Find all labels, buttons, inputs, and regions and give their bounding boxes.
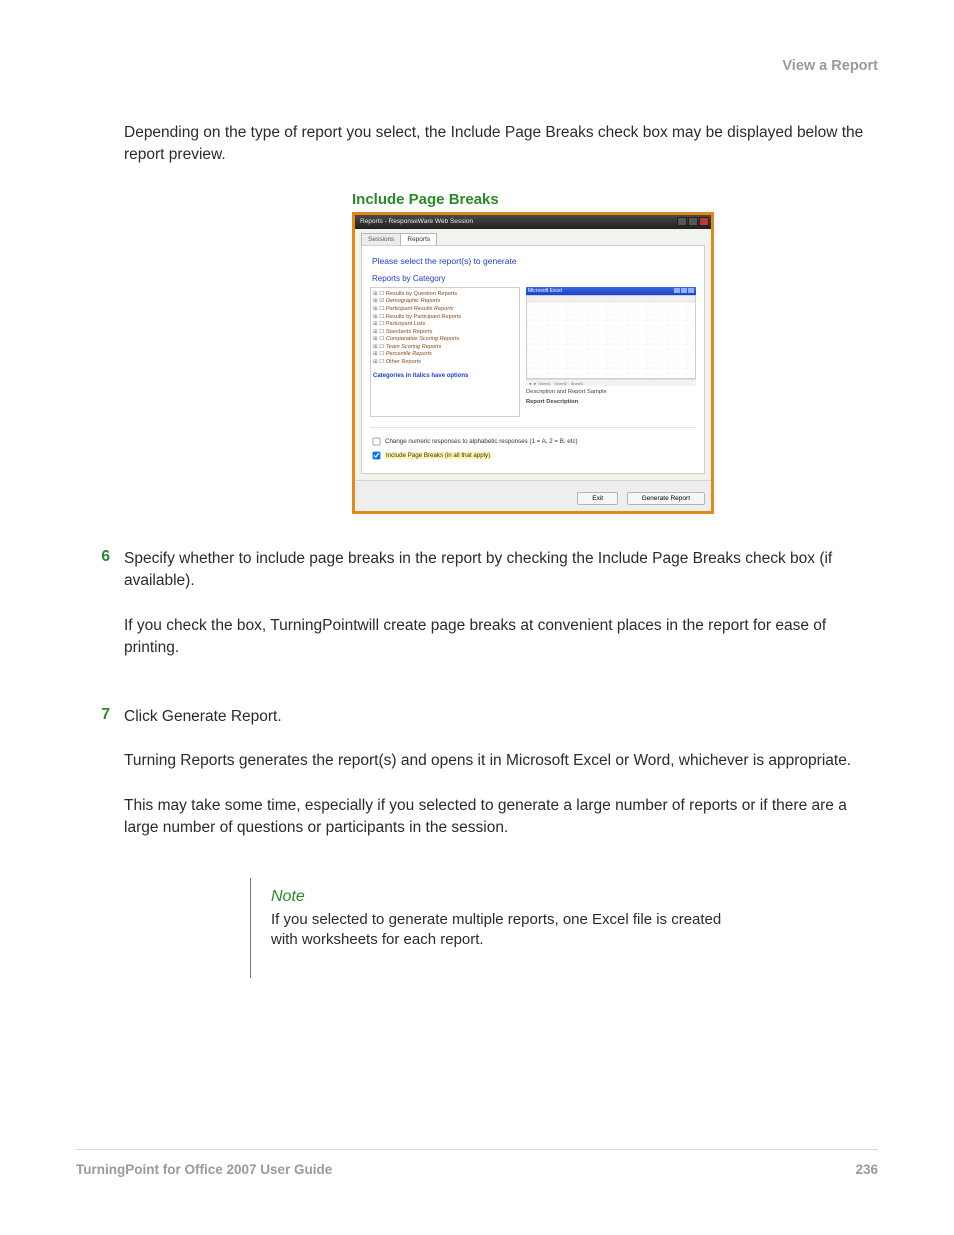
page-footer: TurningPoint for Office 2007 User Guide … (76, 1149, 878, 1177)
step-paragraph: Specify whether to include page breaks i… (124, 548, 878, 593)
preview-title: Microsoft Excel (528, 288, 562, 294)
step-paragraph: Turning Reports generates the report(s) … (124, 750, 878, 772)
tree-item-label[interactable]: Percentile Reports (386, 351, 432, 357)
footer-title: TurningPoint for Office 2007 User Guide (76, 1162, 332, 1177)
dialog-footer: Exit Generate Report (355, 480, 711, 511)
checkbox-alpha-input[interactable] (373, 438, 381, 446)
dialog-tabs: SessionsReports (355, 229, 711, 245)
tree-item-label[interactable]: Standards Reports (386, 329, 433, 335)
intro-paragraph: Depending on the type of report you sele… (124, 122, 878, 167)
tree-item-label[interactable]: Results by Participant Reports (386, 314, 461, 320)
figure-caption: Include Page Breaks (352, 191, 878, 208)
preview-close-icon (688, 288, 694, 293)
step-paragraph: This may take some time, especially if y… (124, 795, 878, 840)
preview-pane: Microsoft Excel ◄ ► Sheet1 · Sheet2 · Sh… (526, 287, 696, 417)
checkbox-pagebreaks-input[interactable] (373, 452, 381, 460)
preview-sheet (526, 295, 696, 379)
dialog-prompt: Please select the report(s) to generate (372, 256, 694, 266)
checkbox-alpha-label: Change numeric responses to alphabetic r… (385, 438, 578, 445)
preview-sheet-tabs: ◄ ► Sheet1 · Sheet2 · Sheet3 (526, 379, 696, 386)
step-paragraph: Click Generate Report. (124, 706, 878, 728)
note-callout: Note If you selected to generate multipl… (250, 878, 730, 979)
tree-item-label[interactable]: Comparative Scoring Reports (386, 336, 459, 342)
category-heading: Reports by Category (372, 274, 694, 283)
dialog-titlebar: Reports - ResponseWare Web Session (355, 215, 711, 229)
preview-desc-heading: Description and Report Sample (526, 389, 696, 396)
maximize-icon[interactable] (688, 217, 698, 226)
section-header-link[interactable]: View a Report (76, 58, 878, 74)
tree-item-label[interactable]: Participant Lists (386, 321, 425, 327)
exit-button[interactable]: Exit (577, 492, 618, 505)
checkbox-pagebreaks-label: Include Page Breaks (in all that apply) (385, 452, 491, 459)
preview-max-icon (681, 288, 687, 293)
tab-sessions[interactable]: Sessions (361, 233, 401, 245)
generate-report-button[interactable]: Generate Report (627, 492, 705, 505)
preview-titlebar: Microsoft Excel (526, 287, 696, 295)
note-text: If you selected to generate multiple rep… (271, 910, 730, 951)
tree-item-label[interactable]: Team Scoring Reports (386, 344, 441, 350)
footer-page-number: 236 (855, 1162, 878, 1177)
dialog-title: Reports - ResponseWare Web Session (357, 218, 473, 225)
screenshot-figure: Reports - ResponseWare Web Session Sessi… (352, 212, 878, 514)
close-icon[interactable] (699, 217, 709, 226)
step-6: 6 Specify whether to include page breaks… (76, 548, 878, 682)
step-paragraph: If you check the box, TurningPointwill c… (124, 615, 878, 660)
tree-footnote: Categories in italics have options (373, 372, 517, 380)
preview-desc-sub: Report Description (526, 399, 696, 406)
tab-reports[interactable]: Reports (400, 233, 437, 245)
step-number: 6 (76, 548, 110, 682)
tree-item-label[interactable]: Results by Question Reports (386, 291, 457, 297)
step-7: 7 Click Generate Report. Turning Reports… (76, 706, 878, 854)
preview-min-icon (674, 288, 680, 293)
checkbox-alpha-responses[interactable]: Change numeric responses to alphabetic r… (370, 435, 696, 448)
tree-item-label[interactable]: Demographic Reports (386, 298, 440, 304)
note-heading: Note (271, 888, 730, 906)
category-tree[interactable]: Results by Question Reports Demographic … (370, 287, 520, 417)
step-number: 7 (76, 706, 110, 854)
minimize-icon[interactable] (677, 217, 687, 226)
reports-dialog: Reports - ResponseWare Web Session Sessi… (352, 212, 714, 514)
tree-item-label[interactable]: Participant Results Reports (386, 306, 454, 312)
checkbox-page-breaks[interactable]: Include Page Breaks (in all that apply) (370, 449, 696, 462)
tree-item-label[interactable]: Other Reports (386, 359, 421, 365)
